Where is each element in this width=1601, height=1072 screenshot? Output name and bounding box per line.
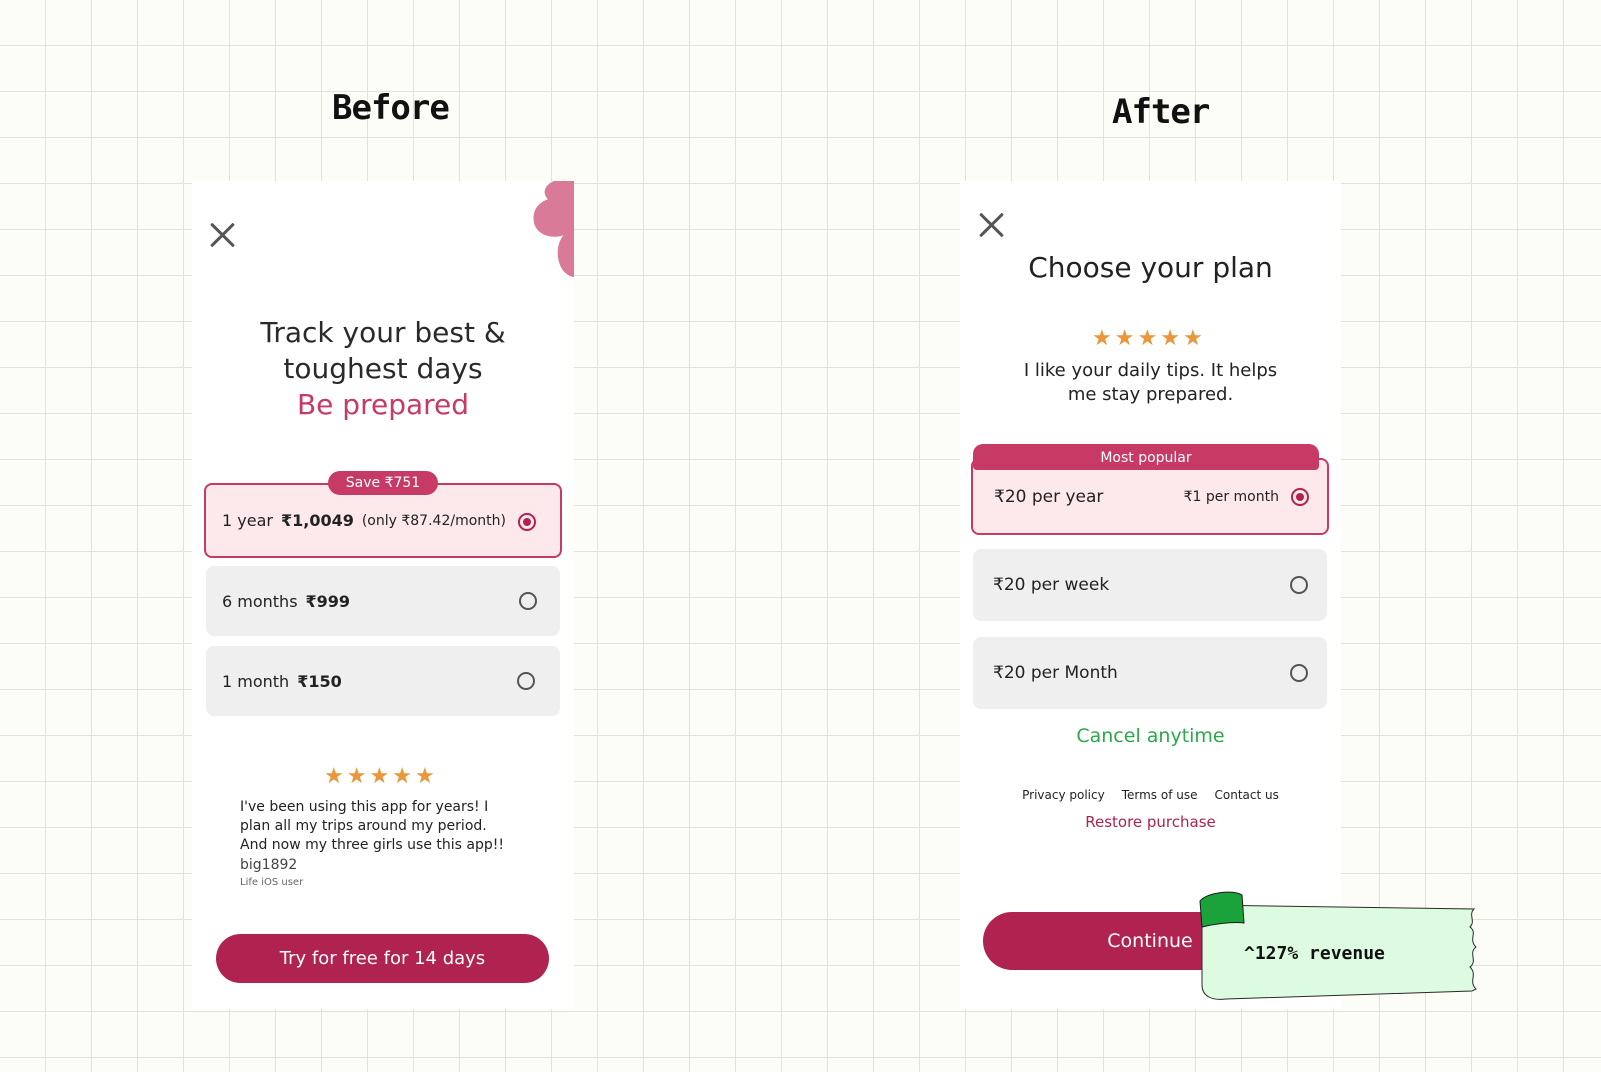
review-text: I've been using this app for years! I pl… (240, 798, 540, 855)
most-popular-badge: Most popular (973, 444, 1319, 470)
star-icon: ★ (414, 764, 435, 789)
before-label: Before (332, 88, 450, 128)
save-badge: Save ₹751 (328, 471, 438, 495)
revenue-sticky-note: ^127% revenue (1196, 891, 1480, 1003)
star-icon: ★ (392, 764, 412, 789)
star-icon: ★ (1137, 326, 1158, 351)
contact-us-link[interactable]: Contact us (1215, 788, 1279, 802)
plan-price: ₹150 (297, 671, 342, 691)
plan-note: (only ₹87.42/month) (361, 512, 506, 529)
star-icon: ★ (1182, 326, 1203, 351)
radio-selected-icon[interactable] (518, 513, 536, 531)
before-paywall-screen: Track your best & toughest days Be prepa… (192, 181, 574, 1009)
cancel-anytime-text: Cancel anytime (1076, 725, 1225, 747)
star-icon: ★ (324, 764, 344, 789)
reviewer-name: big1892 (240, 857, 298, 873)
radio-unselected-icon[interactable] (1290, 576, 1308, 594)
plan-duration: 6 months (222, 591, 298, 611)
star-icon: ★ (1114, 326, 1135, 351)
headline-accent: Be prepared (296, 388, 470, 421)
star-icon: ★ (1160, 326, 1180, 351)
headline: Track your best & toughest days Be prepa… (192, 315, 574, 423)
rating-stars: ★ ★ ★ ★ ★ (1092, 328, 1203, 350)
sticky-note-text: ^127% revenue (1244, 943, 1385, 964)
rating-stars: ★ ★ ★ ★ ★ (324, 766, 435, 788)
review-line-3: And now my three girls use this app!! (240, 837, 504, 853)
testimonial: I like your daily tips. It helps me stay… (960, 359, 1341, 407)
plan-price: ₹1,0049 (280, 511, 354, 530)
star-icon: ★ (346, 764, 367, 789)
privacy-policy-link[interactable]: Privacy policy (1022, 788, 1105, 802)
headline-line-1: Track your best & (260, 316, 506, 349)
star-icon: ★ (369, 764, 390, 789)
star-icon: ★ (1092, 326, 1112, 351)
close-icon[interactable] (977, 211, 1005, 239)
try-free-button[interactable]: Try for free for 14 days (216, 934, 549, 983)
terms-of-use-link[interactable]: Terms of use (1122, 788, 1198, 802)
review-line-1: I've been using this app for years! I (240, 799, 489, 815)
plan-price: ₹20 per week (993, 575, 1110, 595)
close-icon[interactable] (208, 221, 236, 249)
plan-price: ₹20 per year (994, 486, 1104, 507)
plan-price: ₹999 (305, 591, 351, 611)
radio-unselected-icon[interactable] (1290, 664, 1308, 682)
testimonial-line-1: I like your daily tips. It helps (1023, 360, 1278, 381)
plan-option-weekly[interactable]: ₹20 per week (973, 549, 1327, 621)
footer-links: Privacy policy Terms of use Contact us (960, 788, 1341, 802)
plan-secondary-price: ₹1 per month (1183, 488, 1279, 505)
flower-logo-icon (533, 181, 574, 277)
reviewer-meta: Life iOS user (240, 877, 304, 888)
radio-unselected-icon[interactable] (517, 672, 535, 690)
page-title: Choose your plan (1028, 251, 1273, 284)
after-paywall-screen: Choose your plan ★ ★ ★ ★ ★ I like your d… (960, 181, 1341, 1009)
headline-line-2: toughest days (283, 352, 483, 385)
testimonial-line-2: me stay prepared. (1067, 384, 1234, 405)
plan-option-1-month[interactable]: 1 month ₹150 (206, 646, 560, 716)
plan-option-6-months[interactable]: 6 months ₹999 (206, 566, 560, 636)
plan-price: ₹20 per Month (993, 663, 1118, 683)
plan-option-monthly[interactable]: ₹20 per Month (973, 637, 1327, 709)
plan-duration: 1 month (222, 671, 290, 691)
plan-duration: 1 year (222, 511, 273, 530)
after-label: After (1112, 92, 1210, 132)
radio-selected-icon[interactable] (1291, 488, 1309, 506)
review-line-2: plan all my trips around my period. (240, 818, 487, 834)
restore-purchase-link[interactable]: Restore purchase (960, 813, 1341, 831)
radio-unselected-icon[interactable] (519, 592, 537, 610)
